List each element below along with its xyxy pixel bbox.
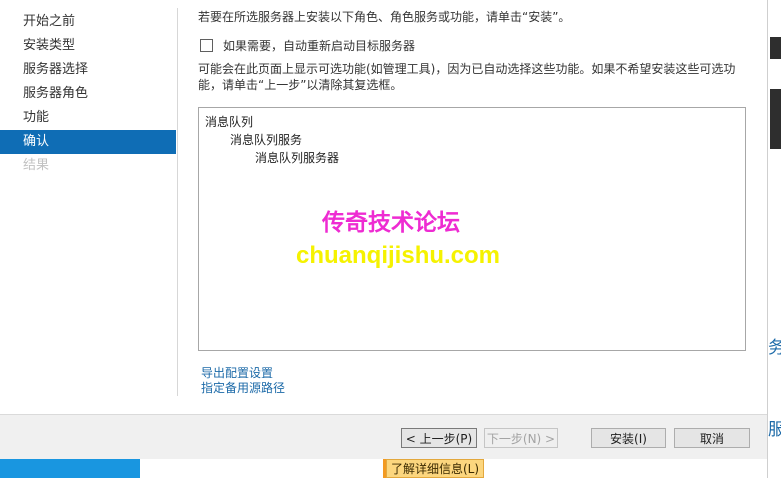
watermark-forum-name: 传奇技术论坛 (322, 210, 460, 236)
selected-features-list[interactable]: 消息队列 消息队列服务 消息队列服务器 传奇技术论坛 chuanqijishu.… (198, 107, 746, 351)
feature-item-message-queuing-server: 消息队列服务器 (255, 151, 340, 165)
nav-item-before-you-begin[interactable]: 开始之前 (0, 10, 176, 34)
confirmation-heading: 若要在所选服务器上安装以下角色、角色服务或功能，请单击“安装”。 (198, 10, 571, 24)
learn-more-link[interactable]: 了解详细信息(L) (386, 459, 485, 478)
nav-item-installation-type[interactable]: 安装类型 (0, 34, 176, 58)
restart-label[interactable]: 如果需要，自动重新启动目标服务器 (223, 37, 415, 54)
watermark-url: chuanqijishu.com (296, 242, 501, 269)
background-edge-block (770, 89, 781, 149)
wizard-button-bar: < 上一步(P) 下一步(N) > 安装(I) 取消 (0, 414, 767, 460)
previous-button[interactable]: < 上一步(P) (401, 428, 477, 448)
nav-item-features[interactable]: 功能 (0, 106, 176, 130)
feature-item-message-queuing: 消息队列 (205, 115, 254, 129)
feature-item-message-queuing-services: 消息队列服务 (230, 133, 303, 147)
nav-item-server-roles[interactable]: 服务器角色 (0, 82, 176, 106)
add-roles-wizard: 开始之前 安装类型 服务器选择 服务器角色 功能 确认 结果 若要在所选服务器上… (0, 0, 767, 478)
alt-source-path-link[interactable]: 指定备用源路径 (201, 381, 285, 396)
restart-checkbox[interactable] (200, 39, 213, 52)
optional-features-notice: 可能会在此页面上显示可选功能(如管理工具)，因为已自动选择这些功能。如果不希望安… (198, 62, 736, 92)
wizard-nav: 开始之前 安装类型 服务器选择 服务器角色 功能 确认 结果 (0, 10, 176, 178)
background-edge-text: 务 (768, 338, 781, 358)
background-edge-block (770, 37, 781, 59)
taskbar-blue-tile (0, 459, 140, 478)
wizard-links: 导出配置设置 指定备用源路径 (201, 366, 285, 396)
background-taskbar-strip: 了解详细信息(L) (0, 459, 767, 478)
nav-divider (177, 8, 178, 396)
nav-item-server-selection[interactable]: 服务器选择 (0, 58, 176, 82)
export-config-link[interactable]: 导出配置设置 (201, 366, 285, 381)
screen: 开始之前 安装类型 服务器选择 服务器角色 功能 确认 结果 若要在所选服务器上… (0, 0, 781, 478)
background-edge-text: 服 (768, 420, 781, 440)
nav-item-confirmation[interactable]: 确认 (0, 130, 176, 154)
nav-item-results: 结果 (23, 158, 50, 173)
install-button[interactable]: 安装(I) (591, 428, 666, 448)
next-button: 下一步(N) > (484, 428, 558, 448)
background-window-edge: 务 服 (767, 0, 781, 478)
restart-option[interactable]: 如果需要，自动重新启动目标服务器 (200, 37, 415, 54)
cancel-button[interactable]: 取消 (674, 428, 750, 448)
